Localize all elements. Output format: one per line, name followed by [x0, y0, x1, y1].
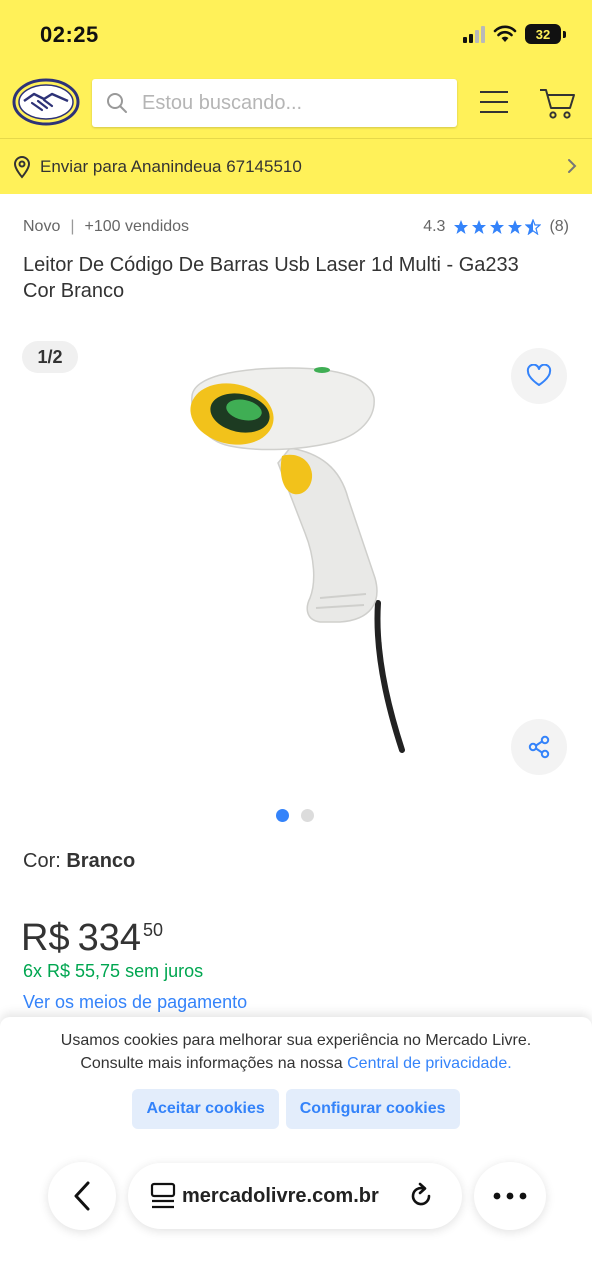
configure-cookies-button[interactable]: Configurar cookies [285, 1089, 460, 1129]
cookie-message-line2: Consulte mais informações na nossa [80, 1055, 348, 1072]
sold-count: +100 vendidos [84, 218, 190, 235]
accept-cookies-button[interactable]: Aceitar cookies [132, 1089, 279, 1129]
meta-separator: | [70, 218, 75, 235]
payment-methods-link[interactable]: Ver os meios de pagamento [23, 992, 247, 1013]
color-value: Branco [66, 850, 136, 872]
site-header [0, 68, 592, 138]
status-icons: 32 [463, 24, 566, 44]
rating-summary[interactable]: 4.3 (8) [423, 218, 569, 236]
star-full-icon [472, 220, 487, 234]
signal-icon [463, 25, 485, 43]
reload-icon[interactable] [407, 1182, 435, 1210]
location-pin-icon [13, 155, 31, 179]
price: R$ 334 50 [21, 914, 163, 962]
reader-mode-icon[interactable] [150, 1182, 176, 1210]
product-title: Leitor De Código De Barras Usb Laser 1d … [23, 254, 519, 302]
price-cents: 50 [142, 920, 164, 940]
favorite-button[interactable] [511, 348, 567, 404]
price-currency: R$ [21, 917, 70, 959]
wifi-icon [493, 25, 517, 42]
gallery-dot-active[interactable] [276, 809, 289, 822]
mercado-livre-logo[interactable] [12, 77, 80, 127]
browser-back-button[interactable] [48, 1162, 116, 1230]
color-label: Cor: [23, 850, 67, 872]
cart-icon[interactable] [538, 86, 576, 120]
cookie-message-line1: Usamos cookies para melhorar sua experiê… [60, 1032, 532, 1049]
battery-icon: 32 [525, 24, 561, 44]
menu-icon[interactable] [478, 89, 510, 115]
more-dots-icon [493, 1192, 527, 1200]
share-icon [528, 735, 550, 759]
star-full-icon [508, 220, 523, 234]
browser-url-text: mercadolivre.com.br [182, 1184, 379, 1207]
product-meta-row: Novo | +100 vendidos 4.3 (8) [23, 218, 569, 236]
color-variant: Cor: Branco [23, 850, 135, 873]
product-image-barcode-scanner[interactable] [170, 358, 430, 758]
search-icon [107, 93, 127, 113]
cookie-banner: Usamos cookies para melhorar sua experiê… [0, 1017, 592, 1280]
heart-icon [526, 364, 552, 386]
review-count: (8) [549, 218, 569, 235]
battery-cap [563, 30, 566, 38]
installments-text: 6x R$ 55,75 sem juros [23, 961, 204, 981]
condition-label: Novo [23, 218, 61, 235]
cookie-message: Usamos cookies para melhorar sua experiê… [20, 1029, 572, 1075]
delivery-address-text: Enviar para Ananindeua 67145510 [40, 156, 302, 176]
status-time: 02:25 [40, 22, 99, 47]
delivery-address-bar[interactable]: Enviar para Ananindeua 67145510 [0, 138, 592, 194]
cookie-actions: Aceitar cookies Configurar cookies [0, 1089, 592, 1129]
privacy-center-link[interactable]: Central de privacidade. [347, 1055, 512, 1072]
chevron-left-icon [74, 1181, 90, 1211]
battery-level: 32 [535, 26, 551, 42]
image-page-indicator: 1/2 [22, 341, 78, 373]
star-full-icon [490, 220, 505, 234]
search-box[interactable] [92, 79, 457, 127]
chevron-right-icon [568, 159, 577, 173]
condition-sales: Novo | +100 vendidos [23, 218, 189, 236]
status-bar: 02:25 32 [0, 0, 592, 68]
gallery-pagination [276, 809, 314, 822]
star-half-icon [525, 219, 542, 235]
rating-stars [453, 219, 542, 235]
browser-more-button[interactable] [474, 1162, 546, 1230]
price-integer: 334 [77, 917, 141, 959]
search-input[interactable] [142, 91, 432, 115]
share-button[interactable] [511, 719, 567, 775]
gallery-dot[interactable] [301, 809, 314, 822]
browser-address-bar[interactable]: mercadolivre.com.br [128, 1163, 462, 1229]
rating-value: 4.3 [423, 218, 446, 235]
star-full-icon [454, 220, 469, 234]
